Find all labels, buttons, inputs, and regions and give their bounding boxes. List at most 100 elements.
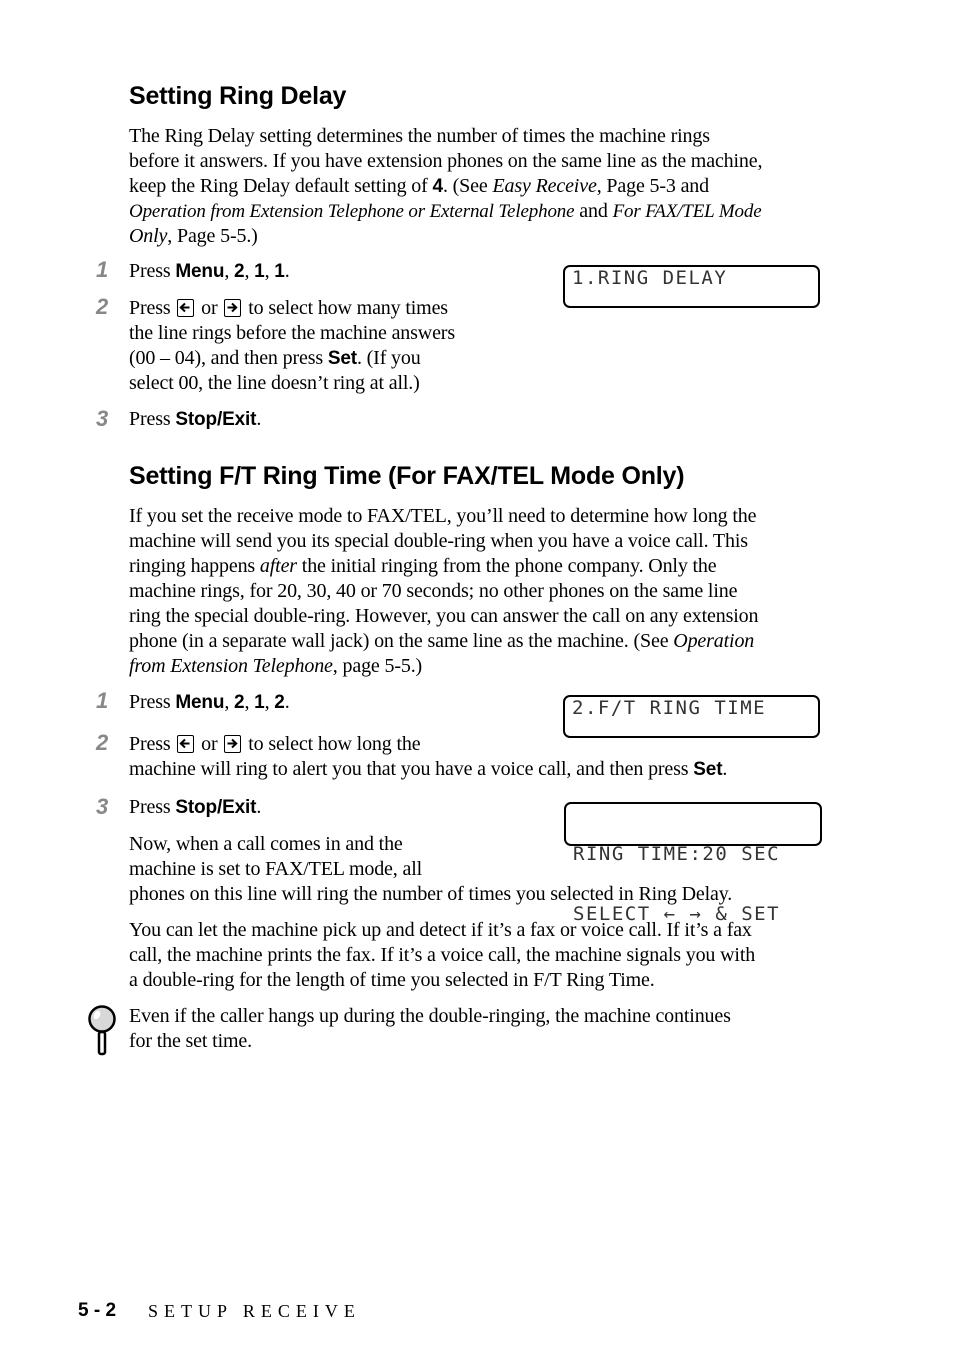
text-span: the line rings before the machine answer… [129,322,455,344]
text-span: for the set time. [129,1030,252,1052]
step-2-text: Press or to select how long the machine … [129,732,829,782]
text-span: . [284,691,290,713]
text-span: , Page 5-3 and [596,175,710,197]
left-arrow-key-icon [177,735,195,753]
text-span: ringing happens after the initial ringin… [129,554,829,579]
text-span: Press [129,796,176,818]
text-span: to select how long the [243,733,421,755]
text-span: to select how many times [243,297,448,319]
page-number: 5 - 2 [78,1300,117,1321]
reference-link: Easy Receive [492,175,597,197]
text-span: Menu [175,692,225,713]
text-span: You can let the machine pick up and dete… [129,919,752,941]
magnifier-note-icon [86,1004,118,1056]
text-span [227,738,239,749]
text-span [97,1030,107,1056]
text-span: Press [129,297,176,319]
text-span: , [224,260,235,282]
text-span [179,738,190,749]
text-span: (00 – 04), and then press [129,347,328,369]
text-span: Press or to select how long the [129,732,829,757]
text-span: . [256,408,262,430]
text-span: after [259,555,297,577]
text-line: Operation from Extension Telephone or Ex… [129,199,829,224]
text-line: keep the Ring Delay default setting of 4… [129,174,829,199]
text-span: 1 [274,261,285,282]
step-number: 1 [96,688,109,713]
step-2-text: Press or to select how many times the li… [129,296,509,396]
text-span: ring the special double-ring. However, y… [129,605,759,627]
left-arrow-key-icon [177,299,195,317]
reference-link: Operation from Extension Telephone or Ex… [129,201,575,222]
lcd-display-ring-delay: 1.RING DELAY [563,265,820,308]
text-span: Press [129,733,176,755]
text-span: a double-ring for the length of time you… [129,969,655,991]
detect-paragraph: You can let the machine pick up and dete… [129,918,829,993]
text-span: and [574,200,613,222]
step-number: 2 [96,294,109,319]
step-number: 2 [96,730,109,755]
text-span [179,302,190,313]
text-span: (00 – 04), and then press Set. (If you [129,346,509,371]
right-arrow-key-icon [224,299,242,317]
text-span: Only [129,225,168,247]
text-span: Even if the caller hangs up during the d… [129,1005,731,1027]
text-span: 2 [234,261,245,282]
text-span: , page 5-5.) [332,655,423,677]
reference-link: from Extension Telephone [129,655,333,677]
section-heading-ft-ring-time: Setting F/T Ring Time (For FAX/TEL Mode … [129,462,685,490]
text-span [227,302,239,313]
chapter-title: SETUP RECEIVE [148,1301,361,1321]
text-span: If you set the receive mode to FAX/TEL, … [129,505,757,527]
ring-delay-intro: The Ring Delay setting determines the nu… [129,124,829,249]
default-value: 4 [432,176,444,197]
section-heading-ring-delay: Setting Ring Delay [129,82,347,110]
reference-link: Operation [673,630,755,652]
text-span: , [264,260,275,282]
text-span: phone (in a separate wall jack) on the s… [129,630,674,652]
text-span: Press [129,691,176,713]
text-span: Now, when a call comes in and the [129,833,403,855]
text-span: 2 [274,692,285,713]
text-span: select 00, the line doesn’t ring at all.… [129,372,420,394]
text-span: , [244,260,255,282]
text-span: the initial ringing from the phone compa… [296,555,717,577]
text-span: 1 [254,261,265,282]
step-3-text: Press Stop/Exit. [129,407,829,432]
text-span: machine will send you its special double… [129,530,748,552]
text-span: Press Stop/Exit. [129,407,829,432]
text-span: phone (in a separate wall jack) on the s… [129,629,829,654]
set-key-label: Set [693,759,723,780]
text-span: Press [129,408,176,430]
menu-key-label: Menu [175,261,225,282]
text-span: machine will ring to alert you that you … [129,757,829,782]
text-line: before it answers. If you have extension… [129,150,763,172]
set-key-label: Set [327,348,357,369]
text-span: Press [129,260,176,282]
text-span: , Page 5-5.) [167,225,258,247]
text-span: or [196,297,223,319]
stop-exit-key-label: Stop/Exit [175,797,257,818]
text-line: The Ring Delay setting determines the nu… [129,125,710,147]
step-number: 1 [96,257,109,282]
step-number: 3 [96,406,109,431]
text-span: phones on this line will ring the number… [129,883,733,905]
text-span: 1 [254,692,265,713]
text-span: call, the machine prints the fax. If it’… [129,944,756,966]
text-line: Only, Page 5-5.) [129,224,829,249]
after-steps-text: Now, when a call comes in and the machin… [129,832,829,907]
text-span [88,1005,116,1056]
text-span: machine will ring to alert you that you … [129,758,694,780]
text-span: . (See [442,175,493,197]
text-span: from Extension Telephone, page 5-5.) [129,654,829,679]
text-span: machine is set to FAX/TEL mode, all [129,858,423,880]
text-span: , [224,691,235,713]
stop-exit-key-label: Stop/Exit [175,409,257,430]
text-span: ringing happens [129,555,260,577]
ft-ring-time-intro: If you set the receive mode to FAX/TEL, … [129,504,829,679]
text-span [227,302,239,313]
reference-link: For FAX/TEL Mode [612,201,762,222]
text-span: , [264,691,275,713]
text-span: Press or to select how many times [129,296,509,321]
text-span: . [256,796,262,818]
